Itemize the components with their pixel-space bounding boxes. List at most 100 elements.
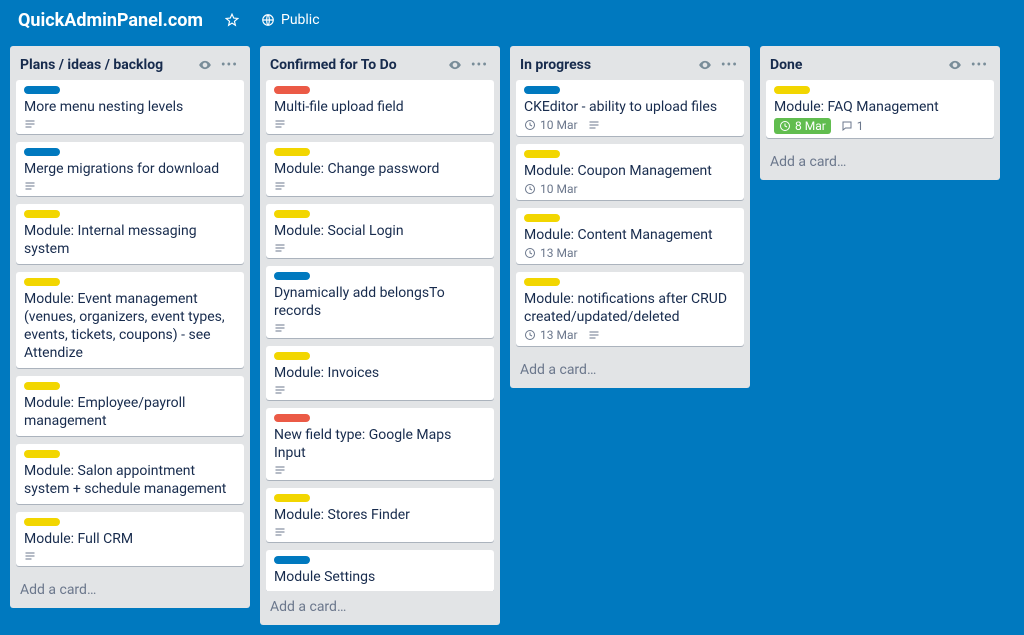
comments-badge: 1 (841, 119, 864, 133)
description-badge (24, 118, 36, 130)
label-blue[interactable] (24, 148, 60, 156)
label-yellow[interactable] (774, 86, 810, 94)
card-title: Module: Stores Finder (274, 506, 486, 524)
list-header: Confirmed for To Do ••• (260, 46, 500, 80)
card[interactable]: Module: Salon appointment system + sched… (16, 444, 244, 504)
label-yellow[interactable] (524, 214, 560, 222)
label-yellow[interactable] (24, 278, 60, 286)
card[interactable]: Merge migrations for download (16, 142, 244, 196)
watch-button[interactable] (943, 56, 967, 74)
card-badges (24, 550, 236, 562)
add-card-button[interactable]: Add a card… (760, 146, 1000, 180)
card[interactable]: Module: Full CRM (16, 512, 244, 566)
card-badges: 10 Mar (524, 118, 736, 132)
description-icon (274, 180, 286, 192)
label-blue[interactable] (274, 556, 310, 564)
watch-button[interactable] (193, 56, 217, 74)
label-red[interactable] (274, 414, 310, 422)
list-title[interactable]: Plans / ideas / backlog (20, 57, 193, 73)
label-yellow[interactable] (274, 148, 310, 156)
board: Plans / ideas / backlog ••• More menu nest… (0, 40, 1024, 635)
list-title[interactable]: In progress (520, 57, 693, 73)
card-labels (274, 414, 486, 422)
watch-button[interactable] (693, 56, 717, 74)
board-header: QuickAdminPanel.com Public (0, 0, 1024, 40)
card-badges: 13 Mar (524, 246, 736, 260)
list-menu-button[interactable]: ••• (467, 56, 492, 74)
label-blue[interactable] (24, 86, 60, 94)
card[interactable]: New field type: Google Maps Input (266, 408, 494, 480)
card-labels (524, 214, 736, 222)
description-badge (24, 550, 36, 562)
label-red[interactable] (274, 86, 310, 94)
card[interactable]: Module: Change password (266, 142, 494, 196)
card[interactable]: Module: Employee/payroll management (16, 376, 244, 436)
card[interactable]: Module: Content Management 13 Mar (516, 208, 744, 264)
list-menu-button[interactable]: ••• (217, 56, 242, 74)
visibility-label: Public (281, 12, 320, 28)
card[interactable]: More menu nesting levels (16, 80, 244, 134)
label-yellow[interactable] (524, 150, 560, 158)
due-badge: 10 Mar (524, 182, 578, 196)
add-card-button[interactable]: Add a card… (510, 354, 750, 388)
card-title: Module: FAQ Management (774, 98, 986, 116)
card-labels (524, 278, 736, 286)
card-title: Multi-file upload field (274, 98, 486, 116)
list-title[interactable]: Done (770, 57, 943, 73)
due-badge: 8 Mar (774, 118, 831, 134)
card[interactable]: Module Settings (266, 550, 494, 591)
list-cards: CKEditor - ability to upload files 10 Mar… (510, 80, 750, 354)
label-yellow[interactable] (274, 494, 310, 502)
label-yellow[interactable] (24, 210, 60, 218)
card-title: Module: Content Management (524, 226, 736, 244)
description-icon (274, 526, 286, 538)
card-labels (24, 382, 236, 390)
card[interactable]: Module: notifications after CRUD created… (516, 272, 744, 346)
card[interactable]: Module: Event management (venues, organi… (16, 272, 244, 368)
card[interactable]: Dynamically add belongsTo records (266, 266, 494, 338)
card[interactable]: Module: Social Login (266, 204, 494, 258)
add-card-button[interactable]: Add a card… (260, 591, 500, 625)
card-badges (274, 118, 486, 130)
watch-button[interactable] (443, 56, 467, 74)
visibility-button[interactable]: Public (253, 8, 328, 32)
list-header: In progress ••• (510, 46, 750, 80)
label-yellow[interactable] (274, 352, 310, 360)
board-title[interactable]: QuickAdminPanel.com (10, 6, 211, 35)
list-title[interactable]: Confirmed for To Do (270, 57, 443, 73)
eye-icon (447, 58, 463, 72)
label-yellow[interactable] (24, 450, 60, 458)
card-title: Merge migrations for download (24, 160, 236, 178)
clock-icon (524, 247, 536, 259)
card[interactable]: Multi-file upload field (266, 80, 494, 134)
card-labels (274, 148, 486, 156)
label-yellow[interactable] (24, 518, 60, 526)
card[interactable]: Module: Invoices (266, 346, 494, 400)
star-icon (225, 13, 239, 27)
star-button[interactable] (217, 9, 247, 31)
card-title: CKEditor - ability to upload files (524, 98, 736, 116)
description-badge (274, 180, 286, 192)
label-yellow[interactable] (24, 382, 60, 390)
list: Done ••• Module: FAQ Management 8 Mar 1 Add a… (760, 46, 1000, 180)
card[interactable]: Module: Internal messaging system (16, 204, 244, 264)
due-badge: 13 Mar (524, 328, 578, 342)
label-yellow[interactable] (274, 210, 310, 218)
description-badge (274, 118, 286, 130)
label-blue[interactable] (274, 272, 310, 280)
card[interactable]: CKEditor - ability to upload files 10 Mar (516, 80, 744, 136)
list-menu-button[interactable]: ••• (717, 56, 742, 74)
list-menu-button[interactable]: ••• (967, 56, 992, 74)
card-badges (274, 242, 486, 254)
card-title: Module: Internal messaging system (24, 222, 236, 258)
card[interactable]: Module: Stores Finder (266, 488, 494, 542)
card-title: Module: Salon appointment system + sched… (24, 462, 236, 498)
card[interactable]: Module: Coupon Management10 Mar (516, 144, 744, 200)
label-blue[interactable] (524, 86, 560, 94)
label-yellow[interactable] (524, 278, 560, 286)
add-card-button[interactable]: Add a card… (10, 574, 250, 608)
description-badge (274, 242, 286, 254)
card-badges (274, 322, 486, 334)
card[interactable]: Module: FAQ Management 8 Mar 1 (766, 80, 994, 138)
clock-icon (524, 119, 536, 131)
